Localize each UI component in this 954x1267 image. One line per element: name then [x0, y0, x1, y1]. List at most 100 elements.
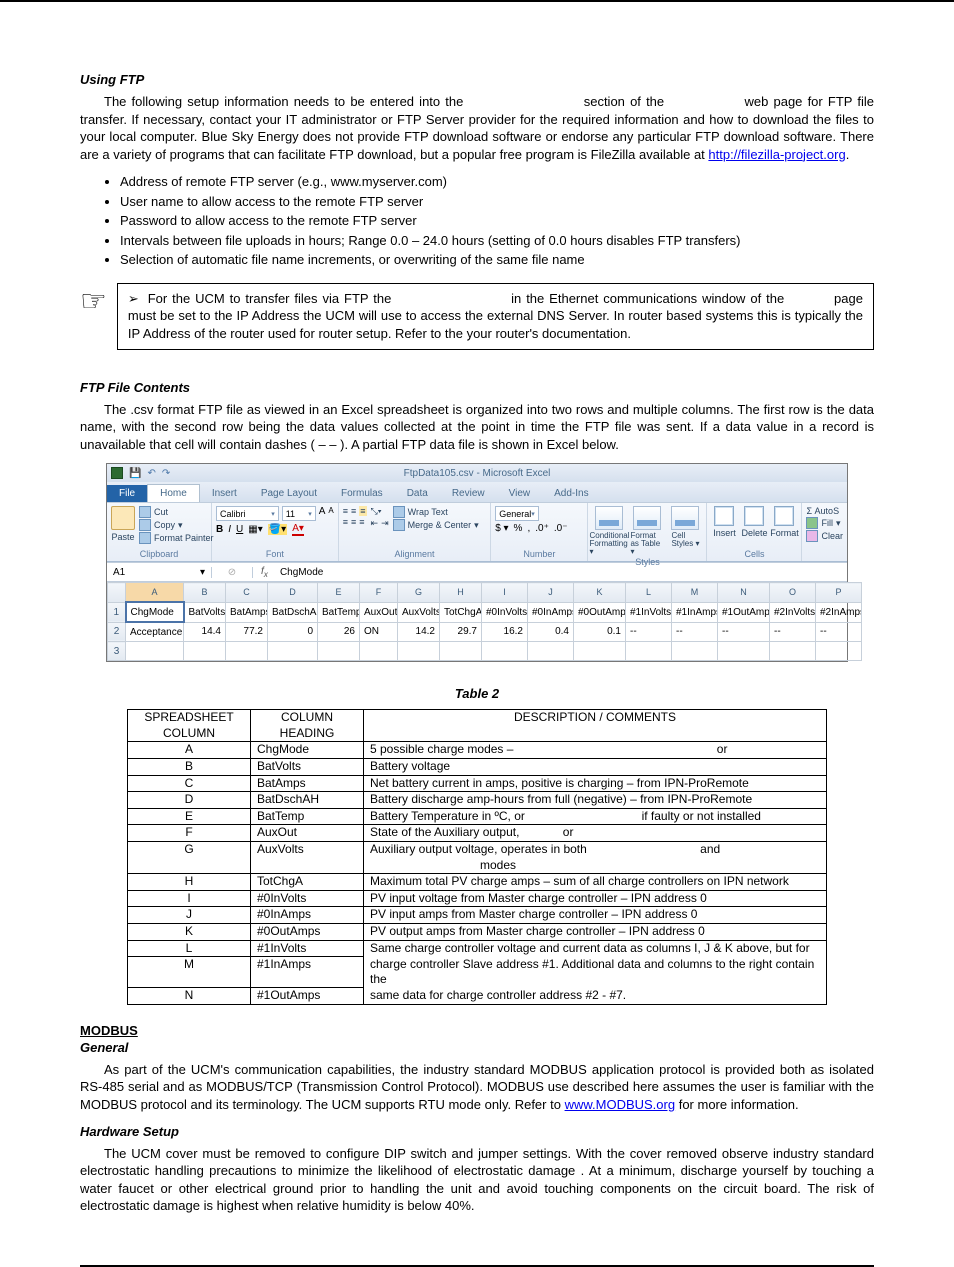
- cell[interactable]: [816, 642, 862, 661]
- row-header[interactable]: 2: [108, 622, 126, 642]
- tab-insert[interactable]: Insert: [200, 485, 249, 502]
- comma-button[interactable]: ,: [527, 523, 530, 534]
- cell[interactable]: AuxVolts: [398, 602, 440, 622]
- cell[interactable]: ON: [360, 622, 398, 642]
- grow-font-icon[interactable]: A: [319, 506, 326, 521]
- font-name-dropdown[interactable]: Calibri▾: [216, 506, 279, 521]
- col-header[interactable]: F: [360, 583, 398, 603]
- cell[interactable]: [672, 642, 718, 661]
- col-header[interactable]: E: [318, 583, 360, 603]
- wrap-text-button[interactable]: Wrap Text: [393, 506, 479, 518]
- font-size-dropdown[interactable]: 11▾: [282, 506, 316, 521]
- cell[interactable]: BatTemp: [318, 602, 360, 622]
- cell[interactable]: 0.4: [528, 622, 574, 642]
- format-cells-button[interactable]: Format: [771, 506, 797, 538]
- tab-home[interactable]: Home: [147, 484, 200, 502]
- col-header[interactable]: I: [482, 583, 528, 603]
- modbus-link[interactable]: www.MODBUS.org: [565, 1097, 676, 1112]
- border-button[interactable]: ▦▾: [248, 524, 262, 535]
- shrink-font-icon[interactable]: A: [328, 506, 333, 521]
- cell[interactable]: #0InAmps: [528, 602, 574, 622]
- cell[interactable]: 16.2: [482, 622, 528, 642]
- col-header[interactable]: M: [672, 583, 718, 603]
- tab-page-layout[interactable]: Page Layout: [249, 485, 329, 502]
- cell[interactable]: --: [718, 622, 770, 642]
- cell[interactable]: 14.2: [398, 622, 440, 642]
- number-format-dropdown[interactable]: General▾: [495, 506, 539, 521]
- cell[interactable]: [360, 642, 398, 661]
- qat-save-icon[interactable]: 💾: [129, 468, 141, 479]
- cell[interactable]: #2InAmps: [816, 602, 862, 622]
- insert-cells-button[interactable]: Insert: [711, 506, 737, 538]
- cell[interactable]: #2InVolts: [770, 602, 816, 622]
- align-bot-icon[interactable]: ≡: [359, 506, 366, 516]
- cell[interactable]: #0OutAmps: [574, 602, 626, 622]
- tab-formulas[interactable]: Formulas: [329, 485, 395, 502]
- cell[interactable]: #0InVolts: [482, 602, 528, 622]
- corner-cell[interactable]: [108, 583, 126, 603]
- cell[interactable]: --: [770, 622, 816, 642]
- indent-dec-icon[interactable]: ⇤: [371, 518, 379, 529]
- align-left-icon[interactable]: ≡: [343, 517, 348, 527]
- tab-file[interactable]: File: [107, 485, 147, 502]
- cell[interactable]: [482, 642, 528, 661]
- cell[interactable]: [398, 642, 440, 661]
- conditional-formatting-button[interactable]: ConditionalFormatting ▾: [592, 506, 626, 556]
- align-top-icon[interactable]: ≡: [343, 506, 348, 516]
- underline-button[interactable]: U: [236, 524, 243, 535]
- formula-input[interactable]: ChgMode: [276, 567, 327, 578]
- merge-center-button[interactable]: Merge & Center ▾: [393, 519, 479, 531]
- col-header[interactable]: P: [816, 583, 862, 603]
- cell[interactable]: Acceptance: [126, 622, 184, 642]
- tab-addins[interactable]: Add-Ins: [542, 485, 600, 502]
- name-box[interactable]: A1▾: [107, 567, 212, 578]
- filezilla-link[interactable]: http://filezilla-project.org: [708, 147, 845, 162]
- cell[interactable]: 0: [268, 622, 318, 642]
- col-header[interactable]: K: [574, 583, 626, 603]
- cell[interactable]: TotChgA: [440, 602, 482, 622]
- bold-button[interactable]: B: [216, 524, 223, 535]
- align-mid-icon[interactable]: ≡: [351, 506, 356, 516]
- spreadsheet-grid[interactable]: A B C D E F G H I J K L M N O P: [107, 582, 847, 661]
- align-center-icon[interactable]: ≡: [351, 517, 356, 527]
- cell[interactable]: [770, 642, 816, 661]
- tab-data[interactable]: Data: [395, 485, 440, 502]
- cell[interactable]: ChgMode: [126, 602, 184, 622]
- format-as-table-button[interactable]: Formatas Table ▾: [630, 506, 664, 556]
- cell[interactable]: BatAmps: [226, 602, 268, 622]
- col-header[interactable]: L: [626, 583, 672, 603]
- percent-button[interactable]: %: [514, 523, 523, 534]
- cell[interactable]: [626, 642, 672, 661]
- paste-button[interactable]: Paste: [111, 506, 135, 542]
- cell[interactable]: [528, 642, 574, 661]
- cell[interactable]: --: [672, 622, 718, 642]
- fill-button[interactable]: Fill ▾: [806, 517, 843, 529]
- align-right-icon[interactable]: ≡: [359, 517, 364, 527]
- col-header[interactable]: H: [440, 583, 482, 603]
- qat-redo-icon[interactable]: ↷: [162, 468, 170, 479]
- cell[interactable]: 14.4: [184, 622, 226, 642]
- cell[interactable]: [226, 642, 268, 661]
- col-header[interactable]: O: [770, 583, 816, 603]
- cell[interactable]: --: [816, 622, 862, 642]
- tab-review[interactable]: Review: [440, 485, 497, 502]
- cell[interactable]: [440, 642, 482, 661]
- col-header[interactable]: G: [398, 583, 440, 603]
- italic-button[interactable]: I: [228, 524, 231, 535]
- cell[interactable]: 77.2: [226, 622, 268, 642]
- indent-inc-icon[interactable]: ⇥: [381, 518, 389, 529]
- fill-color-button[interactable]: 🪣▾: [268, 524, 287, 535]
- cell[interactable]: [718, 642, 770, 661]
- col-header[interactable]: C: [226, 583, 268, 603]
- currency-button[interactable]: $ ▾: [495, 523, 508, 534]
- cell[interactable]: AuxOut: [360, 602, 398, 622]
- cell[interactable]: [184, 642, 226, 661]
- orientation-icon[interactable]: ⤡▾: [371, 506, 382, 517]
- autosum-button[interactable]: Σ AutoS: [806, 506, 843, 516]
- cell[interactable]: [318, 642, 360, 661]
- cell[interactable]: #1InAmps: [672, 602, 718, 622]
- col-header[interactable]: D: [268, 583, 318, 603]
- col-header[interactable]: B: [184, 583, 226, 603]
- inc-decimal-button[interactable]: .0⁺: [535, 523, 549, 534]
- cell-styles-button[interactable]: CellStyles ▾: [668, 506, 702, 548]
